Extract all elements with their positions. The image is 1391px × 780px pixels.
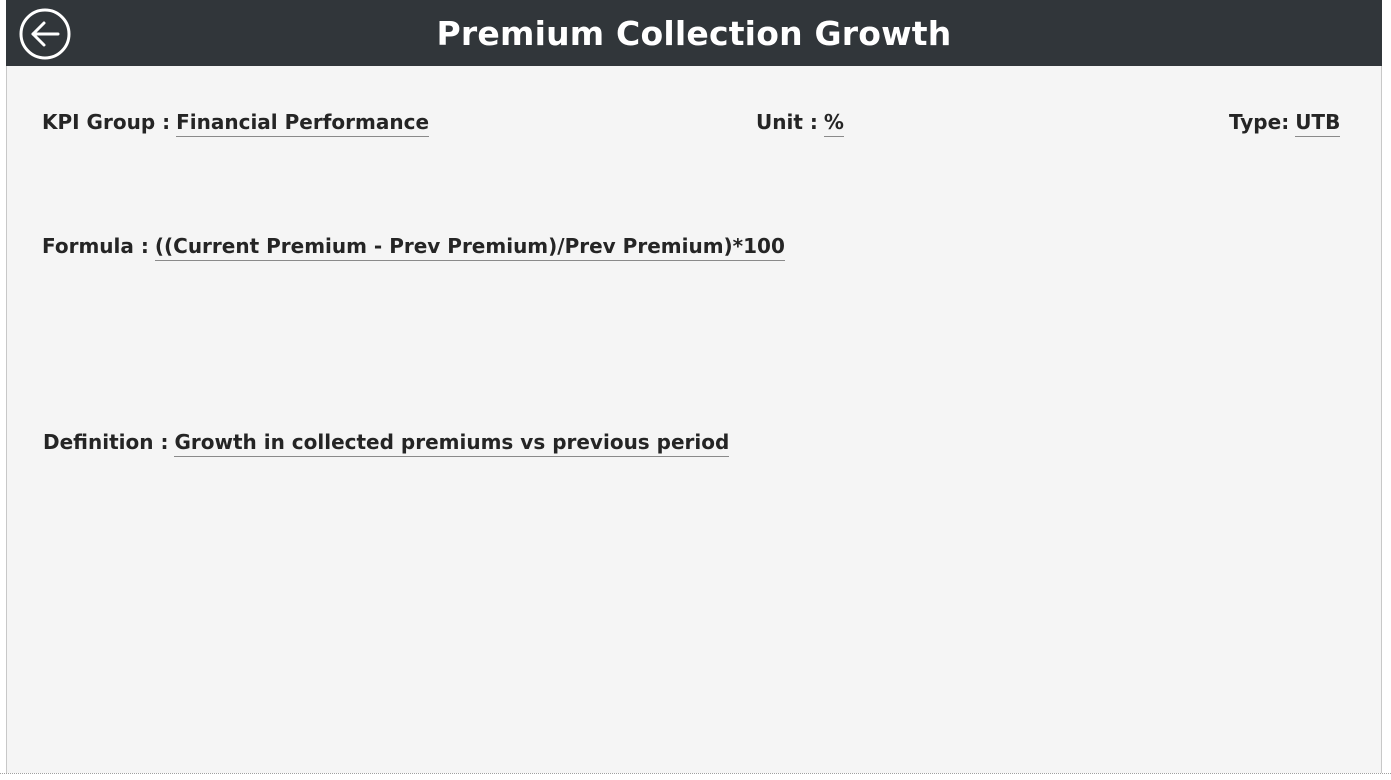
back-button[interactable]: [19, 8, 71, 60]
report-page: Premium Collection Growth KPI Group : Fin…: [0, 0, 1391, 780]
page-title: Premium Collection Growth: [436, 14, 952, 53]
definition-label: Definition :: [43, 430, 169, 454]
kpi-group-field: KPI Group : Financial Performance: [42, 109, 430, 137]
definition-value: Growth in collected premiums vs previous…: [174, 429, 730, 457]
formula-value: ((Current Premium - Prev Premium)/Prev P…: [154, 233, 785, 261]
formula-field: Formula : ((Current Premium - Prev Premiu…: [42, 233, 785, 261]
unit-label: Unit :: [756, 110, 818, 134]
formula-label: Formula :: [42, 234, 149, 258]
type-label: Type:: [1229, 110, 1290, 134]
unit-field: Unit :%: [756, 109, 844, 137]
canvas-bottom-edge: [0, 773, 1391, 774]
unit-value: %: [823, 109, 844, 137]
kpi-group-value: Financial Performance: [176, 109, 430, 137]
title-bar: Premium Collection Growth: [6, 0, 1382, 66]
definition-field: Definition : Growth in collected premiums…: [43, 429, 730, 457]
arrow-left-circle-icon: [19, 8, 71, 60]
type-field: Type: UTB: [1229, 109, 1341, 137]
type-value: UTB: [1295, 109, 1341, 137]
kpi-group-label: KPI Group :: [42, 110, 171, 134]
